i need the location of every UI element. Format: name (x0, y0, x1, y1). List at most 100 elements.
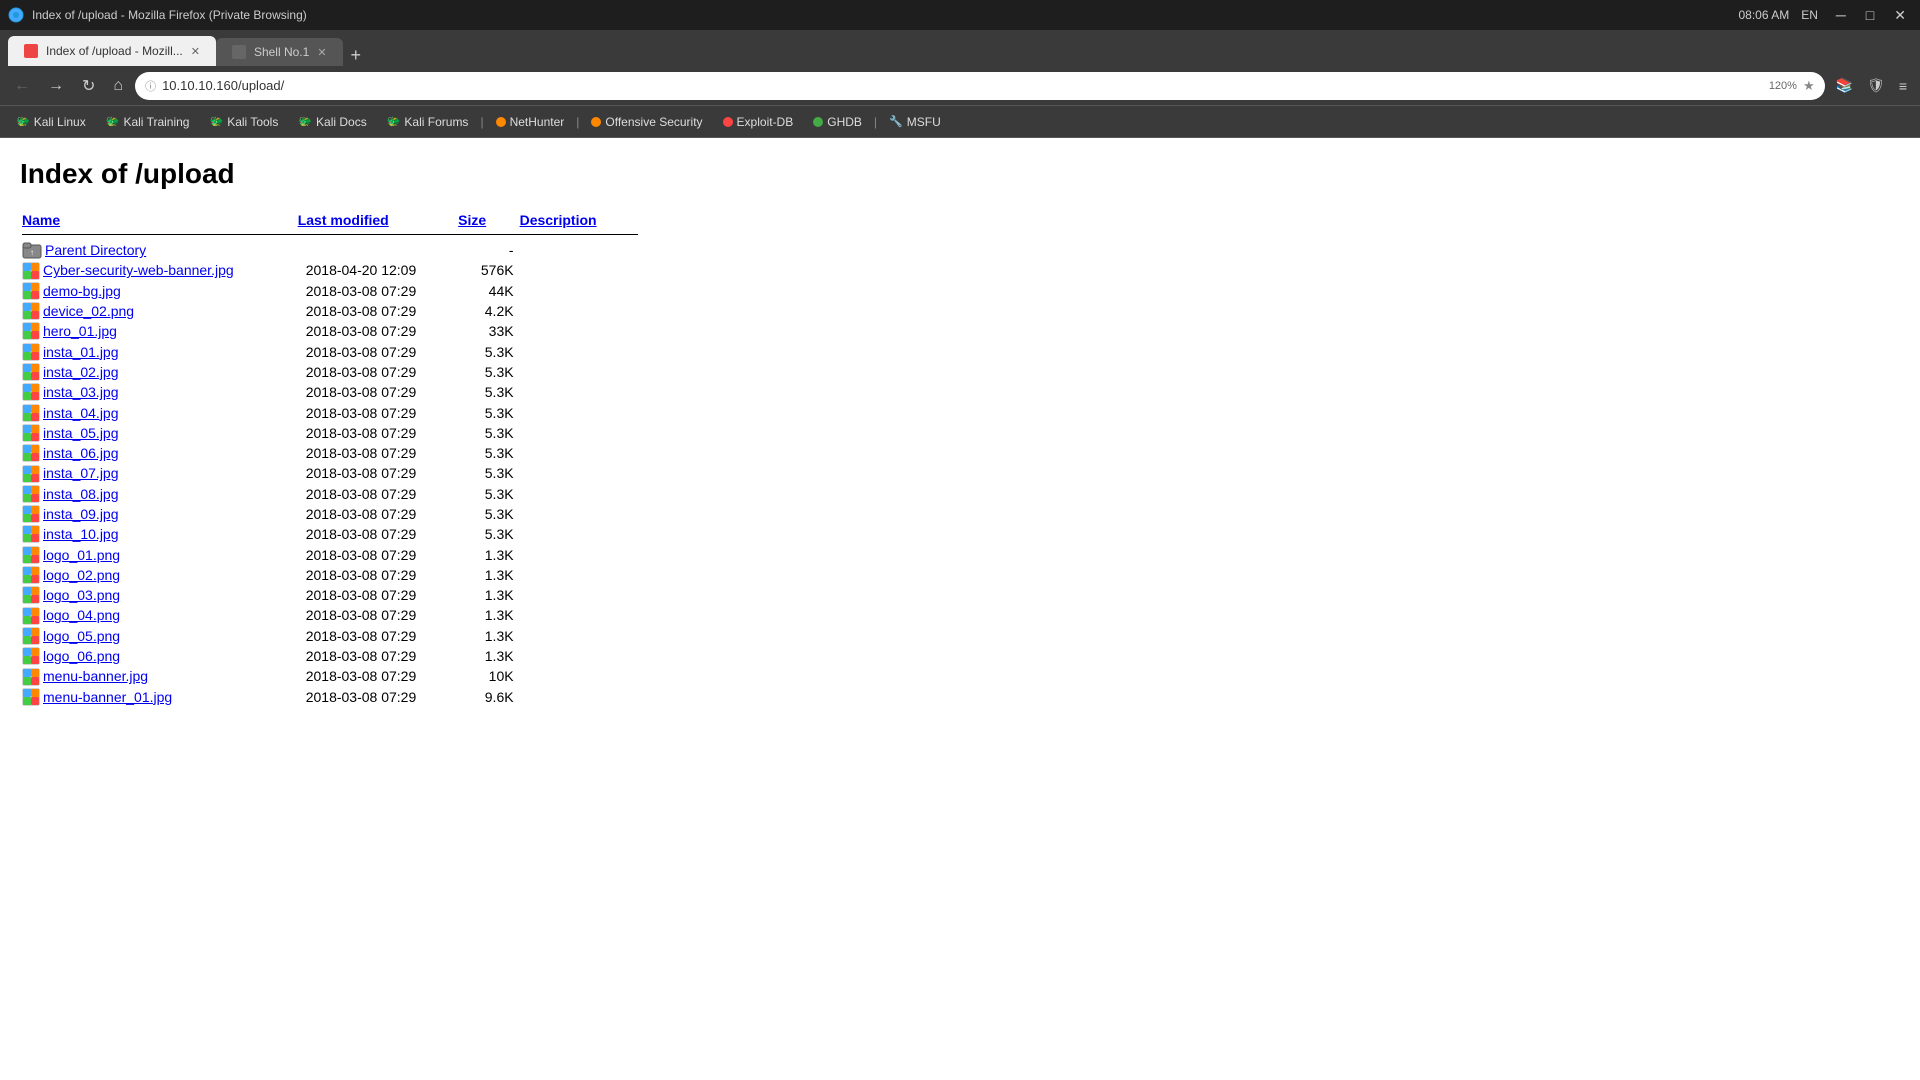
file-link[interactable]: logo_03.png (43, 587, 120, 603)
file-image-icon (22, 586, 43, 604)
header-hr (22, 234, 638, 235)
kali-training-icon: 🐲 (106, 115, 120, 128)
file-link[interactable]: hero_01.jpg (43, 323, 117, 339)
file-size: 44K (458, 282, 517, 300)
sort-by-modified-link[interactable]: Last modified (298, 212, 389, 228)
library-icon[interactable]: 📚 (1831, 75, 1858, 96)
sort-by-desc-link[interactable]: Description (520, 212, 597, 228)
close-active-tab[interactable]: ✕ (191, 45, 200, 58)
file-image-icon (22, 606, 43, 624)
file-size: 1.3K (458, 627, 517, 645)
file-size: 10K (458, 667, 517, 685)
kali-tools-icon: 🐲 (209, 115, 223, 128)
bookmark-msfu[interactable]: 🔧 MSFU (881, 112, 949, 132)
file-link[interactable]: insta_10.jpg (43, 526, 119, 542)
nav-right-icons: 📚 🛡 ≡ (1831, 75, 1912, 96)
file-size: 5.3K (458, 505, 517, 523)
column-header-name: Name (22, 212, 296, 232)
file-link[interactable]: insta_04.jpg (43, 405, 119, 421)
file-link[interactable]: insta_01.jpg (43, 344, 119, 360)
add-tab-button[interactable]: + (343, 45, 370, 66)
sort-by-name-link[interactable]: Name (22, 212, 60, 228)
inactive-tab[interactable]: Shell No.1 ✕ (216, 38, 343, 66)
file-date: 2018-03-08 07:29 (298, 342, 456, 360)
bookmark-kali-tools[interactable]: 🐲 Kali Tools (201, 112, 286, 132)
file-link[interactable]: demo-bg.jpg (43, 283, 121, 299)
sort-by-size-link[interactable]: Size (458, 212, 486, 228)
msfu-icon: 🔧 (889, 115, 903, 128)
file-description (520, 302, 638, 320)
file-description (520, 241, 638, 259)
file-link[interactable]: menu-banner.jpg (43, 668, 148, 684)
active-tab[interactable]: Index of /upload - Mozill... ✕ (8, 36, 216, 66)
column-header-modified: Last modified (298, 212, 456, 232)
maximize-button[interactable]: □ (1860, 5, 1880, 26)
file-link[interactable]: logo_02.png (43, 567, 120, 583)
table-row: menu-banner.jpg2018-03-08 07:2910K (22, 667, 638, 685)
file-link[interactable]: insta_07.jpg (43, 465, 119, 481)
menu-icon[interactable]: ≡ (1894, 76, 1912, 96)
table-row: insta_08.jpg2018-03-08 07:295.3K (22, 485, 638, 503)
file-listing-table: Name Last modified Size Description (20, 210, 640, 708)
file-size: 5.3K (458, 383, 517, 401)
navigation-bar: ← → ↻ ⌂ ⓘ 10.10.10.160/upload/ 120% ★ 📚 … (0, 66, 1920, 106)
table-row: logo_06.png2018-03-08 07:291.3K (22, 647, 638, 665)
bookmarks-bar: 🐲 Kali Linux 🐲 Kali Training 🐲 Kali Tool… (0, 106, 1920, 138)
file-description (520, 464, 638, 482)
file-date: 2018-03-08 07:29 (298, 383, 456, 401)
shield-icon[interactable]: 🛡 (1862, 75, 1890, 96)
bookmark-offensive-security[interactable]: Offensive Security (583, 112, 710, 132)
file-date: 2018-03-08 07:29 (298, 505, 456, 523)
bookmark-exploit-db[interactable]: Exploit-DB (715, 112, 802, 132)
table-row: ↑ Parent Directory- (22, 241, 638, 259)
bookmark-kali-forums[interactable]: 🐲 Kali Forums (379, 112, 477, 132)
close-inactive-tab[interactable]: ✕ (317, 46, 326, 59)
file-link[interactable]: logo_06.png (43, 648, 120, 664)
back-button[interactable]: ← (8, 73, 36, 99)
file-link[interactable]: insta_09.jpg (43, 506, 119, 522)
file-link[interactable]: logo_01.png (43, 547, 120, 563)
bookmark-ghdb[interactable]: GHDB (805, 112, 870, 132)
file-link[interactable]: insta_02.jpg (43, 364, 119, 380)
file-description (520, 525, 638, 543)
address-bar[interactable]: ⓘ 10.10.10.160/upload/ 120% ★ (135, 72, 1825, 100)
zoom-level: 120% (1769, 80, 1797, 92)
close-button[interactable]: ✕ (1888, 5, 1912, 26)
table-row: demo-bg.jpg 2018-03-08 07:2944K (22, 282, 638, 300)
file-link[interactable]: device_02.png (43, 303, 134, 319)
file-link[interactable]: Cyber-security-web-banner.jpg (43, 262, 234, 278)
file-description (520, 261, 638, 279)
file-image-icon (22, 444, 43, 462)
file-image-icon (22, 342, 43, 360)
file-image-icon (22, 403, 43, 421)
bookmark-star-icon[interactable]: ★ (1803, 78, 1815, 94)
bookmark-kali-training[interactable]: 🐲 Kali Training (98, 112, 198, 132)
home-button[interactable]: ⌂ (107, 73, 129, 99)
kali-docs-icon: 🐲 (298, 115, 312, 128)
reload-button[interactable]: ↻ (76, 72, 101, 100)
file-description (520, 403, 638, 421)
inactive-tab-label: Shell No.1 (254, 45, 309, 59)
bookmark-kali-docs[interactable]: 🐲 Kali Docs (290, 112, 374, 132)
file-description (520, 505, 638, 523)
security-icon: ⓘ (145, 78, 156, 94)
browser-icon (8, 7, 24, 23)
file-link[interactable]: logo_04.png (43, 607, 120, 623)
file-date: 2018-03-08 07:29 (298, 302, 456, 320)
bookmark-kali-training-label: Kali Training (123, 115, 189, 129)
file-link[interactable]: insta_03.jpg (43, 384, 119, 400)
file-link[interactable]: insta_06.jpg (43, 445, 119, 461)
file-link[interactable]: menu-banner_01.jpg (43, 689, 172, 705)
file-date: 2018-03-08 07:29 (298, 282, 456, 300)
ghdb-icon (813, 117, 823, 127)
file-description (520, 363, 638, 381)
bookmark-nethunter[interactable]: NetHunter (488, 112, 573, 132)
parent-directory-link[interactable]: Parent Directory (45, 242, 146, 258)
forward-button[interactable]: → (42, 73, 70, 99)
file-link[interactable]: insta_08.jpg (43, 486, 119, 502)
minimize-button[interactable]: ─ (1830, 5, 1852, 26)
bookmark-kali-linux[interactable]: 🐲 Kali Linux (8, 112, 94, 132)
file-description (520, 342, 638, 360)
file-link[interactable]: logo_05.png (43, 628, 120, 644)
file-link[interactable]: insta_05.jpg (43, 425, 119, 441)
